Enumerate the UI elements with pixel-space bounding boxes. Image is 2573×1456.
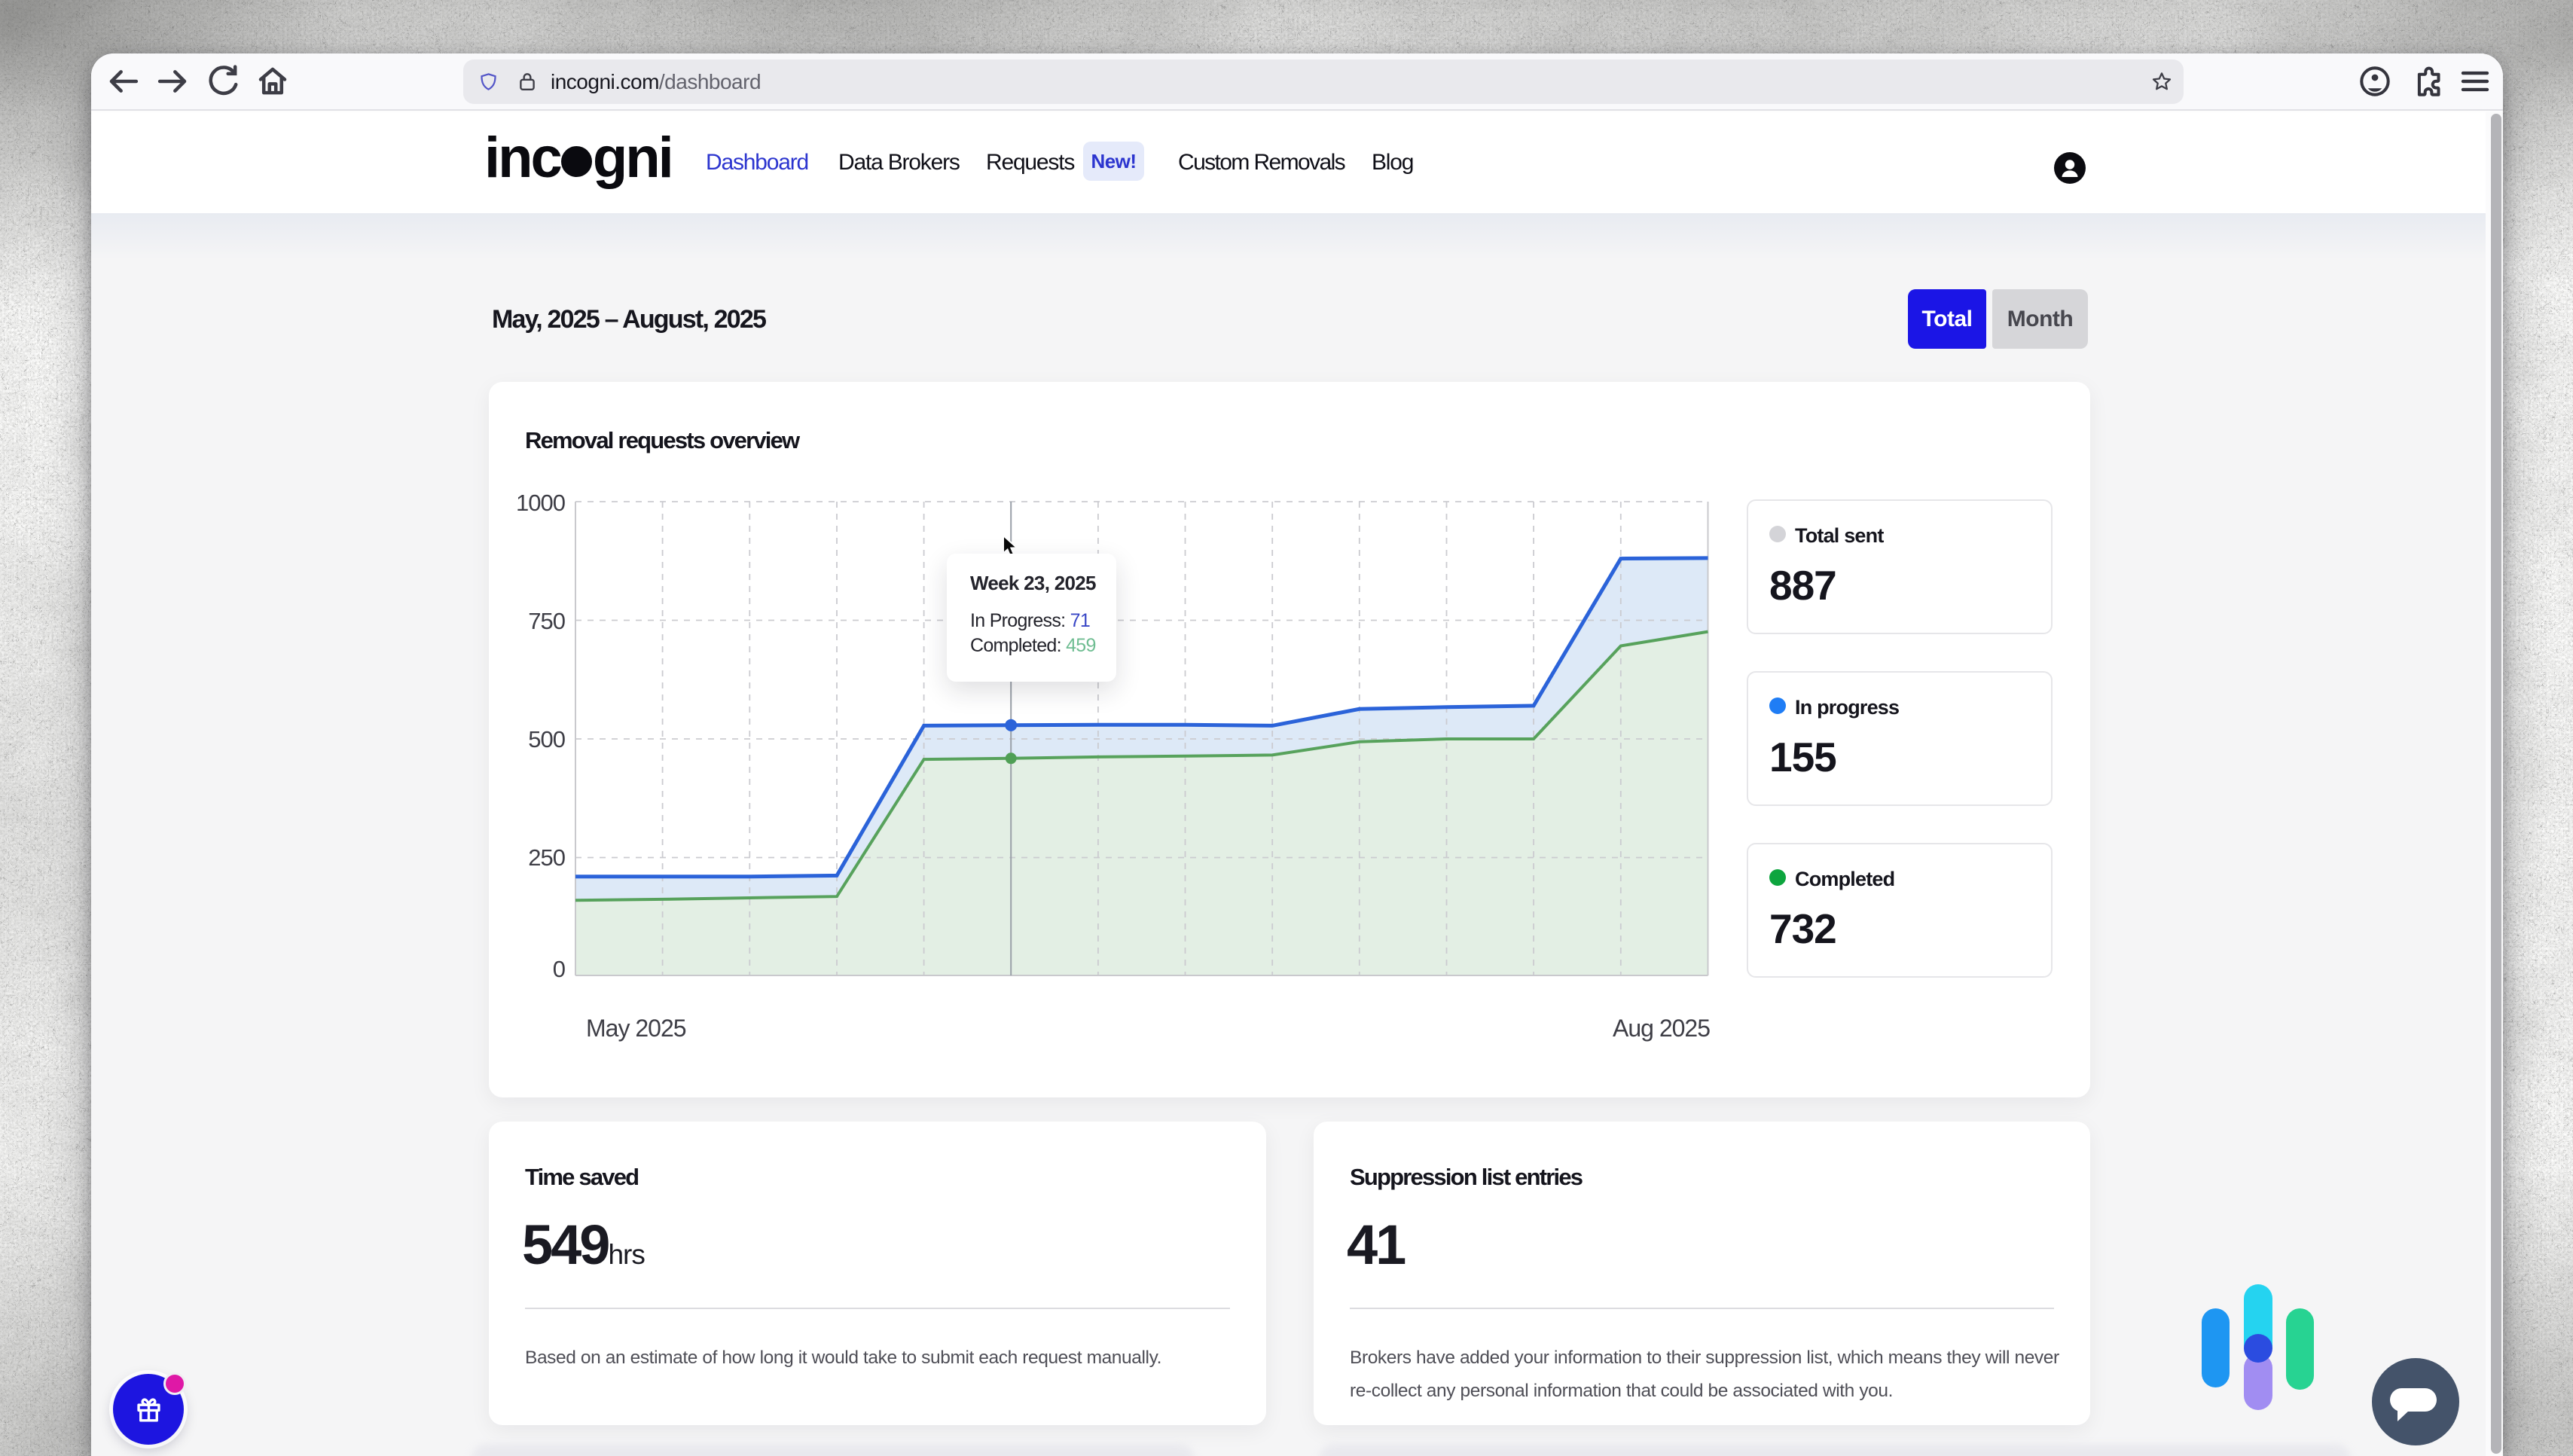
svg-text:250: 250 [528, 844, 565, 871]
svg-text:Aug 2025: Aug 2025 [1613, 1015, 1710, 1042]
svg-text:0: 0 [553, 956, 566, 982]
svg-text:500: 500 [528, 726, 565, 752]
svg-text:1000: 1000 [516, 490, 566, 516]
svg-text:750: 750 [528, 608, 565, 634]
svg-text:May 2025: May 2025 [586, 1015, 686, 1042]
